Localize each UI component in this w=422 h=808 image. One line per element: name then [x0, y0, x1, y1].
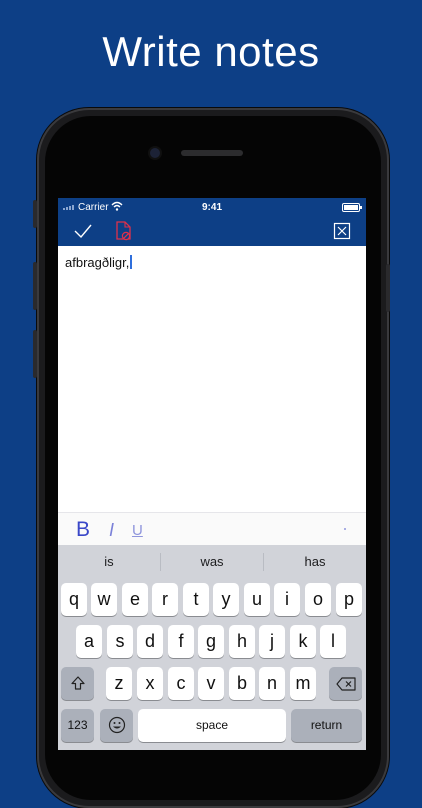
key-a[interactable]: a — [76, 625, 102, 658]
suggestion-1[interactable]: is — [58, 545, 160, 579]
key-j[interactable]: j — [259, 625, 285, 658]
note-text-content: afbragðligr, — [65, 255, 130, 270]
battery-icon — [342, 203, 362, 212]
earpiece-speaker — [181, 150, 243, 156]
key-e[interactable]: e — [122, 583, 148, 616]
key-h[interactable]: h — [229, 625, 255, 658]
key-b[interactable]: b — [229, 667, 255, 700]
key-n[interactable]: n — [259, 667, 285, 700]
editor-toolbar — [58, 216, 366, 246]
backspace-key[interactable] — [329, 667, 362, 700]
key-p[interactable]: p — [336, 583, 362, 616]
front-camera — [150, 148, 160, 158]
close-box-icon[interactable] — [330, 220, 354, 242]
suggestion-3[interactable]: has — [264, 545, 366, 579]
emoji-icon — [108, 716, 125, 734]
format-bar: B I U — [58, 512, 366, 546]
key-z[interactable]: z — [106, 667, 132, 700]
key-y[interactable]: y — [213, 583, 239, 616]
key-o[interactable]: o — [305, 583, 331, 616]
key-l[interactable]: l — [320, 625, 346, 658]
more-dot-icon — [344, 528, 346, 530]
key-u[interactable]: u — [244, 583, 270, 616]
volume-down-button — [33, 330, 37, 378]
numbers-key[interactable]: 123 — [61, 709, 94, 742]
key-m[interactable]: m — [290, 667, 316, 700]
underline-button[interactable]: U — [132, 522, 143, 539]
key-k[interactable]: k — [290, 625, 316, 658]
key-s[interactable]: s — [107, 625, 133, 658]
key-c[interactable]: c — [168, 667, 194, 700]
keyboard: is was has q w e r t y u i o p a s d f g… — [58, 545, 366, 750]
key-w[interactable]: w — [91, 583, 117, 616]
key-t[interactable]: t — [183, 583, 209, 616]
key-v[interactable]: v — [198, 667, 224, 700]
key-i[interactable]: i — [274, 583, 300, 616]
status-bar: Carrier 9:41 — [58, 198, 366, 216]
suggestion-2[interactable]: was — [161, 545, 263, 579]
return-key[interactable]: return — [291, 709, 362, 742]
key-q[interactable]: q — [61, 583, 87, 616]
note-text[interactable]: afbragðligr, — [65, 255, 133, 270]
key-d[interactable]: d — [137, 625, 163, 658]
key-f[interactable]: f — [168, 625, 194, 658]
checkmark-icon[interactable] — [71, 220, 95, 242]
status-time: 9:41 — [201, 202, 222, 213]
bold-button[interactable]: B — [76, 518, 90, 542]
app-screen: Carrier 9:41 afbragðligr, B I U is was h… — [58, 198, 366, 750]
italic-button[interactable]: I — [109, 520, 114, 541]
power-button — [386, 264, 390, 312]
shift-arrow-icon — [70, 676, 85, 690]
emoji-key[interactable] — [100, 709, 133, 742]
key-x[interactable]: x — [137, 667, 163, 700]
suggestion-bar: is was has — [58, 545, 366, 579]
delete-file-icon[interactable] — [111, 220, 135, 242]
note-editor[interactable]: afbragðligr, — [58, 246, 366, 512]
shift-key[interactable] — [61, 667, 94, 700]
space-key[interactable]: space — [138, 709, 286, 742]
mute-switch — [33, 200, 37, 228]
backspace-icon — [335, 677, 356, 691]
headline: Write notes — [102, 28, 320, 75]
key-r[interactable]: r — [152, 583, 178, 616]
volume-up-button — [33, 262, 37, 310]
key-g[interactable]: g — [198, 625, 224, 658]
text-cursor — [130, 255, 133, 269]
